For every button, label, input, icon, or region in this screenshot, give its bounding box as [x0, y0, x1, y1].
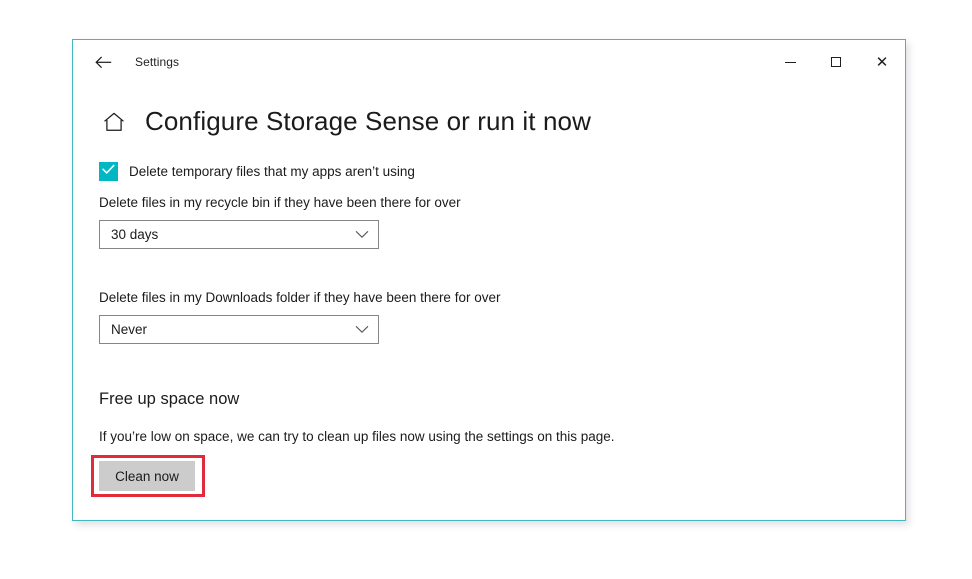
page-content: Configure Storage Sense or run it now De… — [73, 106, 905, 497]
settings-body: Delete temporary files that my apps aren… — [91, 160, 905, 497]
close-icon: ✕ — [875, 53, 889, 71]
close-button[interactable]: ✕ — [859, 40, 905, 84]
minimize-icon — [784, 61, 796, 63]
downloads-label: Delete files in my Downloads folder if t… — [99, 290, 501, 305]
temp-files-row[interactable]: Delete temporary files that my apps aren… — [99, 160, 905, 182]
clean-now-button[interactable]: Clean now — [99, 461, 195, 491]
app-title: Settings — [135, 55, 180, 69]
recycle-bin-label: Delete files in my recycle bin if they h… — [99, 195, 461, 210]
chevron-down-icon — [355, 226, 369, 244]
free-up-space-heading: Free up space now — [99, 390, 240, 408]
temp-files-checkbox[interactable] — [99, 161, 118, 181]
recycle-bin-value: 30 days — [111, 227, 159, 242]
minimize-button[interactable] — [767, 40, 813, 84]
free-up-space-description: If you’re low on space, we can try to cl… — [99, 429, 615, 444]
settings-window: Settings ✕ Configure Storage Sense or ru… — [72, 39, 906, 521]
downloads-dropdown[interactable]: Never — [99, 315, 379, 344]
page-header: Configure Storage Sense or run it now — [101, 106, 905, 137]
chevron-down-icon — [355, 321, 369, 339]
back-arrow-icon — [94, 55, 112, 69]
maximize-icon — [831, 57, 841, 67]
title-bar: Settings ✕ — [73, 40, 905, 84]
downloads-value: Never — [111, 322, 148, 337]
home-icon[interactable] — [101, 109, 127, 135]
window-caption-buttons: ✕ — [767, 40, 905, 84]
temp-files-label: Delete temporary files that my apps aren… — [129, 163, 415, 179]
back-button[interactable] — [85, 47, 121, 77]
clean-now-wrapper: Clean now — [91, 455, 205, 497]
recycle-bin-dropdown[interactable]: 30 days — [99, 220, 379, 249]
page-title: Configure Storage Sense or run it now — [145, 106, 591, 136]
maximize-button[interactable] — [813, 40, 859, 84]
checkmark-icon — [102, 162, 115, 180]
